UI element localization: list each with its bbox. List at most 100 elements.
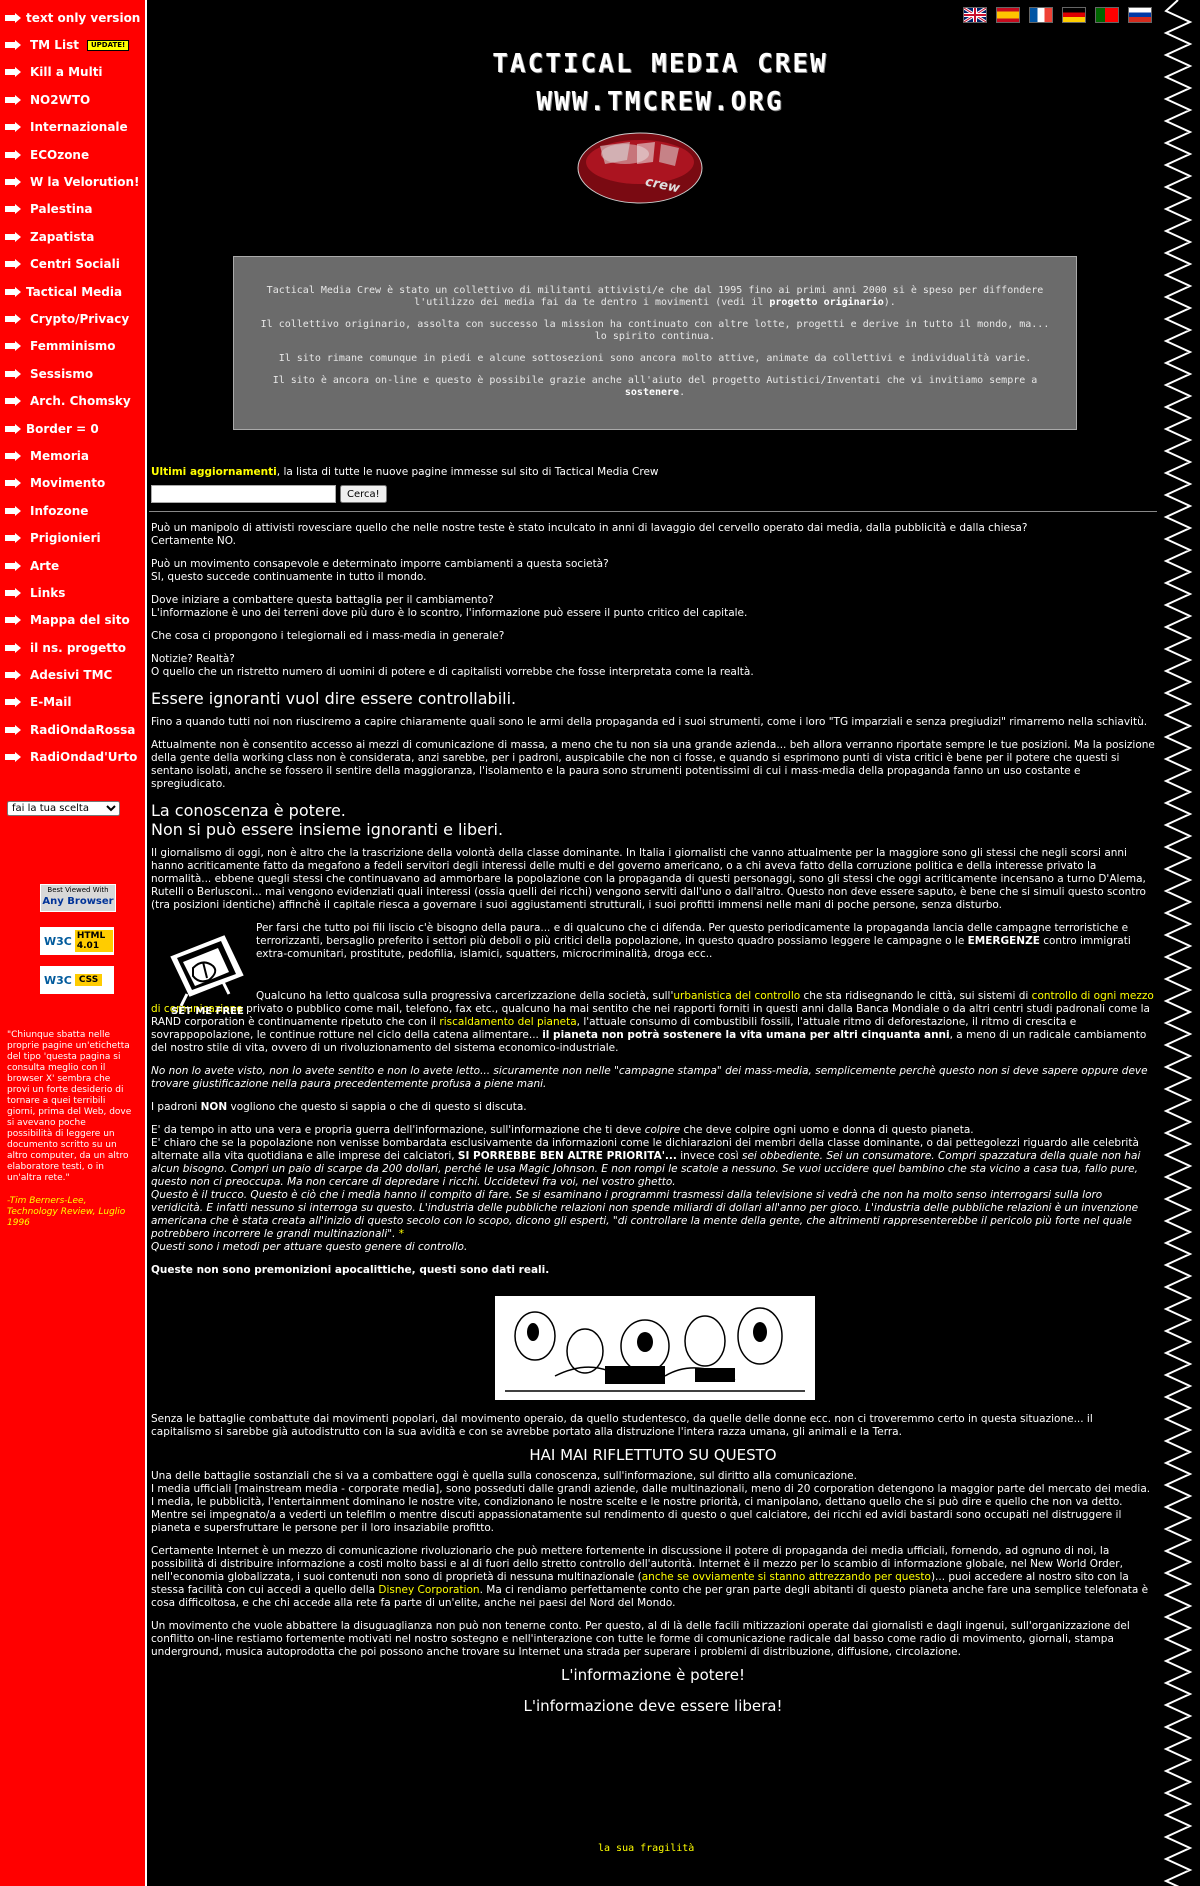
sidebar-item[interactable]: Memoria	[0, 442, 145, 469]
arrow-right-icon	[0, 67, 22, 78]
arrow-right-icon	[0, 368, 22, 379]
sidebar-item-label: Adesivi TMC	[30, 668, 113, 683]
any-browser-badge-bottom: Any Browser	[42, 896, 114, 907]
update-badge: UPDATE!	[86, 39, 130, 51]
any-browser-badge-top: Best Viewed With	[47, 886, 109, 894]
english-flag-icon[interactable]	[963, 7, 987, 23]
sidebar-item[interactable]: Border = 0	[0, 415, 145, 442]
original-project-link[interactable]: progetto originario	[769, 297, 883, 308]
sidebar-item[interactable]: Internazionale	[0, 114, 145, 141]
sidebar-item[interactable]: Infozone	[0, 497, 145, 524]
paragraph-premonizioni: Queste non sono premonizioni apocalittic…	[151, 1264, 550, 1276]
spanish-flag-icon[interactable]	[996, 7, 1020, 23]
una-3: Mentre sei impegnato/a a vederti un tele…	[151, 1509, 1122, 1534]
russian-flag-icon[interactable]	[1128, 7, 1152, 23]
sidebar-item[interactable]: TM List UPDATE!	[0, 31, 145, 58]
sidebar-item[interactable]: Sessismo	[0, 360, 145, 387]
attrezzando-link[interactable]: anche se ovviamente si stanno attrezzand…	[642, 1571, 931, 1583]
support-link[interactable]: sostenere	[625, 387, 679, 398]
w3c-css-badge[interactable]: W3C CSS	[40, 966, 114, 994]
section-select[interactable]: fai la tua scelta	[7, 801, 120, 816]
sidebar-item[interactable]: Mappa del sito	[0, 607, 145, 634]
sidebar-item[interactable]: RadiOndaRossa	[0, 716, 145, 743]
sidebar-item[interactable]: Arte	[0, 552, 145, 579]
sidebar-item[interactable]: Crypto/Privacy	[0, 305, 145, 332]
search-form: Cerca!	[151, 485, 1155, 503]
content-divider	[149, 511, 1157, 512]
emergenze-text: EMERGENZE	[967, 935, 1040, 947]
language-flags	[963, 7, 1152, 23]
sidebar-item-label: Crypto/Privacy	[30, 311, 130, 326]
sidebar-item[interactable]: Arch. Chomsky	[0, 387, 145, 414]
a3-text: L'informazione è uno dei terreni dove pi…	[151, 607, 748, 619]
sidebar-item[interactable]: Tactical Media	[0, 278, 145, 305]
search-button[interactable]: Cerca!	[340, 485, 387, 503]
paura-block: Per farsi che tutto poi fili liscio c'è …	[151, 922, 1155, 990]
question-5: Notizie? Realtà? O quello che un ristrett…	[151, 653, 1155, 679]
w3c-css-label: CSS	[74, 974, 103, 986]
footnote-link[interactable]: *	[399, 1228, 404, 1240]
quote-author: -Tim Berners-Lee, Technology Review, Lug…	[7, 1196, 126, 1228]
sidebar-item[interactable]: Links	[0, 579, 145, 606]
question-1: Può un manipolo di attivisti rovesciare …	[151, 522, 1155, 548]
paragraph-fino: Fino a quando tutti noi non riusciremo a…	[151, 716, 1148, 728]
sidebar-nav: text only version TM List UPDATE! Kill a Mu…	[0, 0, 145, 771]
french-flag-icon[interactable]	[1029, 7, 1053, 23]
arrow-right-icon	[0, 313, 22, 324]
paragraph-carcerizzazione: Qualcuno ha letto qualcosa sulla progres…	[151, 990, 1155, 1055]
arrow-right-icon	[0, 177, 22, 188]
w3c-logo-icon: W3C	[44, 934, 72, 948]
guerra-4: Questi sono i metodi per attuare questo …	[151, 1241, 468, 1253]
sidebar-item[interactable]: Movimento	[0, 470, 145, 497]
sidebar-item[interactable]: RadiOndad'Urto	[0, 744, 145, 771]
riscaldamento-link[interactable]: riscaldamento del pianeta	[439, 1016, 576, 1028]
set-me-free-image[interactable]: SET ME FREE	[163, 928, 251, 1020]
sidebar-item-label: RadiOndaRossa	[30, 722, 136, 737]
sidebar-item[interactable]: Kill a Multi	[0, 59, 145, 86]
info-p4-tail: .	[679, 387, 686, 398]
w3c-html-label: HTML 4.01	[74, 930, 113, 952]
disney-link[interactable]: Disney Corporation	[378, 1584, 479, 1596]
sidebar-item[interactable]: Centri Sociali	[0, 251, 145, 278]
portuguese-flag-icon[interactable]	[1095, 7, 1119, 23]
arrow-right-icon	[0, 560, 22, 571]
search-input[interactable]	[151, 485, 336, 503]
arrow-right-icon	[0, 341, 22, 352]
zigzag-border	[1163, 0, 1193, 1886]
sidebar-item[interactable]: Prigionieri	[0, 524, 145, 551]
paragraph-una: Una delle battaglie sostanziali che si v…	[151, 1470, 1155, 1535]
sidebar-item[interactable]: text only version	[0, 4, 145, 31]
w3c-html-badge[interactable]: W3C HTML 4.01	[40, 927, 114, 955]
arrow-right-icon	[0, 752, 22, 763]
sidebar-item-label: Arte	[30, 558, 60, 573]
sidebar-item-label: TM List	[30, 38, 79, 53]
sidebar-item[interactable]: il ns. progetto	[0, 634, 145, 661]
arrow-right-icon	[0, 396, 22, 407]
padroni-non: NON	[200, 1101, 228, 1113]
urbanistica-link[interactable]: urbanistica del controllo	[673, 990, 800, 1002]
guerra-1i: colpire	[644, 1124, 681, 1136]
sidebar-item[interactable]: E-Mail	[0, 689, 145, 716]
sidebar-item[interactable]: ECOzone	[0, 141, 145, 168]
german-flag-icon[interactable]	[1062, 7, 1086, 23]
arrow-right-icon	[0, 12, 22, 23]
sidebar-item-label: Movimento	[30, 476, 106, 491]
updates-link[interactable]: Ultimi aggiornamenti	[151, 466, 277, 478]
sidebar-item-label: E-Mail	[30, 695, 72, 710]
quote-text: "Chiunque sbatta nelle proprie pagine un…	[7, 1030, 132, 1183]
sidebar-item[interactable]: Adesivi TMC	[0, 661, 145, 688]
sidebar-item[interactable]: Zapatista	[0, 223, 145, 250]
sidebar-item-label: Kill a Multi	[30, 65, 103, 80]
sidebar-item-label: text only version	[26, 10, 141, 25]
arrow-right-icon	[0, 450, 22, 461]
guerra-1b: che deve colpire ogni uomo e donna di qu…	[680, 1124, 974, 1136]
sidebar-item[interactable]: Palestina	[0, 196, 145, 223]
sidebar-item[interactable]: Femminismo	[0, 333, 145, 360]
padroni-c: vogliono che questo si sappia o che di q…	[227, 1101, 527, 1113]
sidebar-item[interactable]: W la Velorution!	[0, 168, 145, 195]
any-browser-badge[interactable]: Best Viewed With Any Browser	[40, 884, 116, 912]
arrow-right-icon	[0, 94, 22, 105]
padroni-a: I padroni	[151, 1101, 201, 1113]
carcer-text-b: che sta ridisegnando le città, sui siste…	[800, 990, 1032, 1002]
sidebar-item[interactable]: NO2WTO	[0, 86, 145, 113]
